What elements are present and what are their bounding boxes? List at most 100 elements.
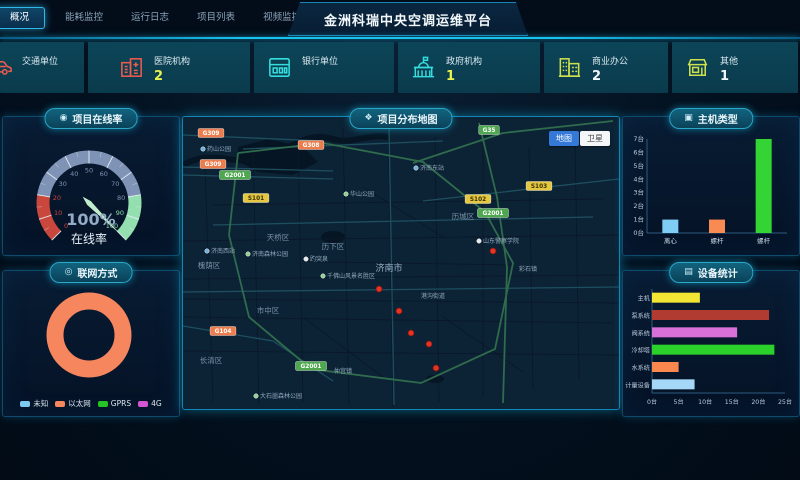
legend-swatch bbox=[98, 401, 108, 407]
map-icon: ❖ bbox=[364, 114, 372, 123]
svg-text:10台: 10台 bbox=[698, 398, 712, 406]
tab-4[interactable]: 项目列表 bbox=[183, 0, 249, 36]
page-title-box: 金洲科瑞中央空调运维平台 bbox=[288, 2, 528, 36]
stat-value: 2 bbox=[592, 69, 628, 84]
road-shield: G309 bbox=[200, 160, 226, 169]
legend-item[interactable]: 未知 bbox=[20, 398, 48, 409]
government-icon bbox=[410, 54, 437, 81]
svg-text:3台: 3台 bbox=[633, 188, 644, 197]
bar-冷却塔 bbox=[652, 345, 774, 355]
svg-text:30: 30 bbox=[59, 180, 67, 188]
svg-text:2台: 2台 bbox=[633, 201, 644, 210]
legend-label: 未知 bbox=[33, 398, 48, 409]
project-marker[interactable] bbox=[376, 286, 382, 292]
project-marker[interactable] bbox=[396, 308, 402, 314]
svg-text:5台: 5台 bbox=[674, 398, 684, 406]
map-poi: 济南森林公园 bbox=[246, 250, 288, 258]
stat-label: 交通单位 bbox=[22, 54, 58, 67]
tab-2[interactable]: 能耗监控 bbox=[51, 0, 117, 36]
svg-text:G35: G35 bbox=[483, 128, 496, 134]
panel-host-type: ▣ 主机类型 0台1台2台3台4台5台6台7台离心螺杆螺杆 bbox=[622, 116, 800, 256]
legend-item[interactable]: GPRS bbox=[98, 398, 131, 409]
road-shield: G104 bbox=[210, 327, 236, 336]
svg-text:15台: 15台 bbox=[725, 398, 739, 406]
tab-1[interactable]: 概况 bbox=[0, 7, 45, 29]
project-marker[interactable] bbox=[433, 365, 439, 371]
map-layer-map[interactable]: 地图 bbox=[549, 131, 579, 146]
shop-icon bbox=[684, 54, 711, 81]
map-poi: 山东警察学院 bbox=[477, 237, 519, 245]
road-shield: G35 bbox=[479, 126, 500, 135]
svg-text:阀系统: 阀系统 bbox=[631, 329, 650, 337]
gauge-label: 在线率 bbox=[71, 231, 107, 246]
svg-text:G104: G104 bbox=[215, 329, 232, 335]
legend-item[interactable]: 以太网 bbox=[55, 398, 91, 409]
stat-card: 商业办公2 bbox=[544, 42, 668, 93]
svg-text:螺杆: 螺杆 bbox=[757, 236, 771, 245]
stat-value: 1 bbox=[446, 69, 482, 84]
stat-card: 银行单位 bbox=[254, 42, 394, 93]
stat-card: 医院机构2 bbox=[88, 42, 250, 93]
panel-device-stats: ▤ 设备统计 0台5台10台15台20台25台主机泵系统阀系统冷却塔水系统计量设… bbox=[622, 270, 800, 417]
bar-阀系统 bbox=[652, 327, 737, 337]
panel-host-type-header: ▣ 主机类型 bbox=[669, 108, 753, 129]
legend-label: GPRS bbox=[111, 399, 131, 408]
office-icon bbox=[556, 54, 583, 81]
panel-network-type: ◎ 联网方式 未知以太网GPRS4G bbox=[2, 270, 180, 417]
stat-value bbox=[302, 69, 338, 84]
svg-text:离心: 离心 bbox=[664, 236, 678, 245]
network-donut-chart bbox=[3, 283, 175, 385]
panel-device-stats-header: ▤ 设备统计 bbox=[669, 262, 753, 283]
bar-螺杆 bbox=[709, 220, 725, 233]
svg-text:大石崮森林公园: 大石崮森林公园 bbox=[260, 392, 302, 400]
svg-text:华山公园: 华山公园 bbox=[350, 190, 374, 198]
svg-text:40: 40 bbox=[70, 170, 78, 178]
road-shield: S103 bbox=[526, 182, 552, 191]
panel-title: 项目在线率 bbox=[72, 111, 122, 126]
svg-text:冷却塔: 冷却塔 bbox=[631, 347, 650, 355]
bar-主机 bbox=[652, 293, 700, 303]
bar-离心 bbox=[662, 220, 678, 233]
panel-project-map: ❖ 项目分布地图 槐荫区天桥区历下区历城区市中区长清区济南市G309G308G3… bbox=[182, 116, 620, 410]
project-marker[interactable] bbox=[426, 341, 432, 347]
map-canvas[interactable]: 槐荫区天桥区历下区历城区市中区长清区济南市G309G308G309G2001G3… bbox=[183, 117, 619, 409]
stat-value: 1 bbox=[720, 69, 738, 84]
map-poi: 大石崮森林公园 bbox=[254, 392, 302, 400]
svg-text:螺杆: 螺杆 bbox=[711, 236, 725, 245]
bar-计量设备 bbox=[652, 379, 695, 389]
gauge-chart: 0102030405060708090100100%在线率 bbox=[3, 129, 175, 253]
svg-text:千佛山风景名胜区: 千佛山风景名胜区 bbox=[327, 272, 375, 280]
panel-title: 联网方式 bbox=[77, 265, 117, 280]
stat-label: 医院机构 bbox=[154, 54, 190, 67]
map-poi: 千佛山风景名胜区 bbox=[321, 272, 375, 280]
project-marker[interactable] bbox=[408, 330, 414, 336]
stat-label: 政府机构 bbox=[446, 54, 482, 67]
svg-text:90: 90 bbox=[116, 209, 124, 217]
road-shield: G309 bbox=[198, 129, 224, 138]
tab-3[interactable]: 运行日志 bbox=[117, 0, 183, 36]
device-stats-chart: 0台5台10台15台20台25台主机泵系统阀系统冷却塔水系统计量设备 bbox=[623, 283, 795, 411]
network-legend: 未知以太网 GPRS 4G bbox=[3, 398, 179, 409]
svg-text:60: 60 bbox=[100, 170, 108, 178]
svg-text:彩石镇: 彩石镇 bbox=[519, 265, 537, 273]
hospital-icon bbox=[118, 54, 145, 81]
panel-title: 项目分布地图 bbox=[378, 111, 438, 126]
project-marker[interactable] bbox=[490, 248, 496, 254]
car-icon bbox=[0, 54, 13, 81]
svg-text:4台: 4台 bbox=[633, 174, 644, 183]
svg-text:20: 20 bbox=[53, 194, 61, 202]
legend-item[interactable]: 4G bbox=[138, 398, 162, 409]
svg-text:25台: 25台 bbox=[778, 398, 792, 406]
svg-text:G309: G309 bbox=[203, 131, 220, 137]
donut-segment bbox=[55, 301, 123, 369]
road-shield: G2001 bbox=[220, 171, 251, 180]
svg-text:0台: 0台 bbox=[647, 398, 657, 406]
road-shield: S102 bbox=[465, 195, 491, 204]
svg-text:S101: S101 bbox=[248, 196, 264, 202]
map-poi: 彩石镇 bbox=[519, 265, 537, 273]
bar-泵系统 bbox=[652, 310, 769, 320]
map-layer-satellite[interactable]: 卫星 bbox=[580, 131, 610, 146]
stat-label: 银行单位 bbox=[302, 54, 338, 67]
district-label: 槐荫区 bbox=[198, 260, 221, 270]
svg-text:G308: G308 bbox=[303, 143, 320, 149]
